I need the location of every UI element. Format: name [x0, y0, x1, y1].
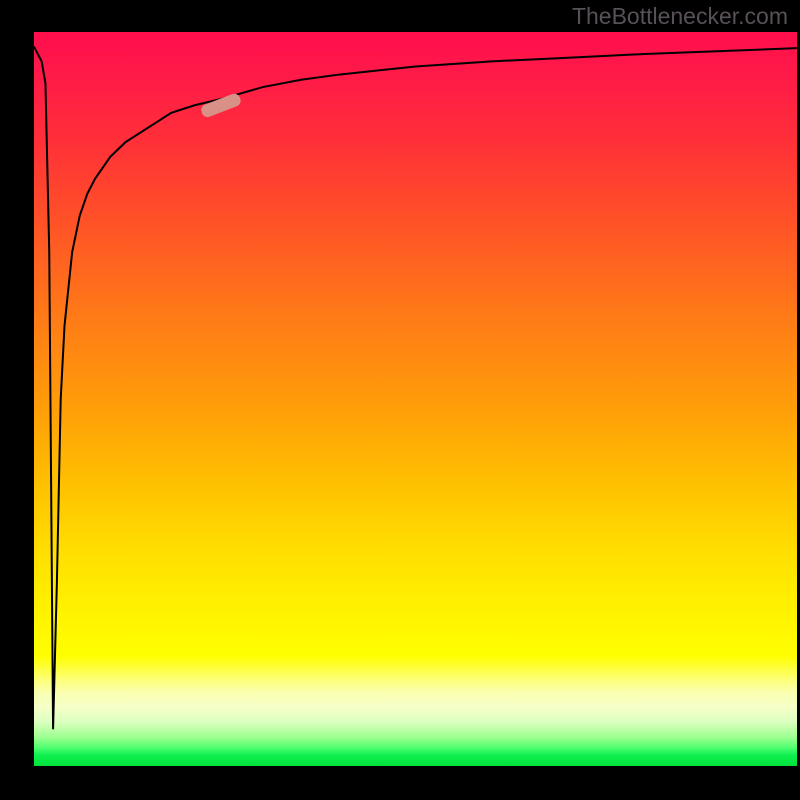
watermark-text: TheBottlenecker.com — [572, 3, 788, 30]
bottleneck-gradient-area — [34, 32, 797, 766]
chart-container: TheBottlenecker.com — [0, 0, 800, 800]
chart-black-frame: TheBottlenecker.com — [0, 0, 800, 800]
